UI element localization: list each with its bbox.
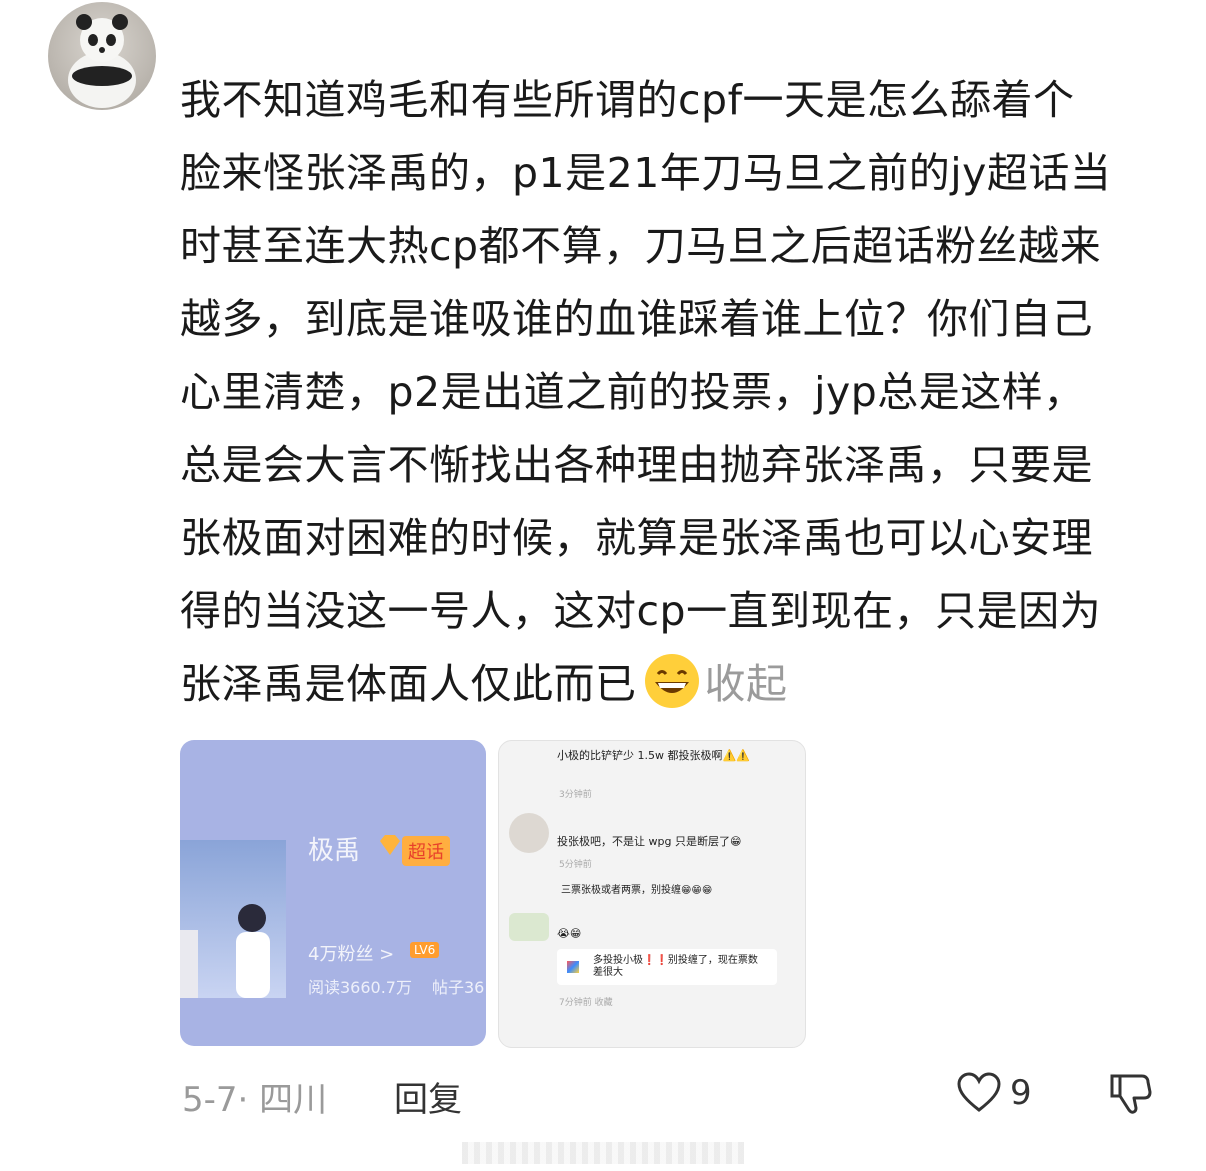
- comment-line: 总是会大言不惭找出各种理由抛弃张泽禹，只要是: [180, 441, 1093, 489]
- comment-last-line: 张泽禹是体面人仅此而已 收起: [180, 648, 1170, 721]
- attached-image-1[interactable]: 极禹 超话 4万粉丝 > LV6 阅读3660.7万 帖子36: [180, 740, 486, 1046]
- quoted-message-card: 多投投小极❗❗别投缠了，现在票数差很大: [557, 949, 777, 985]
- diamond-icon: [378, 834, 402, 856]
- super-topic-badge: 超话: [402, 836, 450, 866]
- level-badge: LV6: [410, 942, 440, 958]
- chat-time: 7分钟前 收藏: [559, 998, 613, 1008]
- watermark-strip: [462, 1142, 744, 1164]
- chat-message: 投张极吧，不是让 wpg 只是断层了😁: [557, 835, 742, 848]
- chat-message: 三票张极或者两票，别投缠😁😁😁: [561, 885, 713, 896]
- fans-count: 4万粉丝 >: [308, 944, 395, 965]
- chat-message: 小极的比铲铲少 1.5w 都投张极啊⚠️⚠️: [557, 749, 750, 762]
- like-count: 9: [1010, 1073, 1032, 1113]
- like-button[interactable]: 9: [956, 1072, 1032, 1114]
- post-count: 帖子36: [432, 978, 485, 997]
- collapse-link[interactable]: 收起: [705, 660, 788, 708]
- comment-line: 越多，到底是谁吸谁的血谁踩着谁上位？你们自己: [180, 295, 1093, 343]
- panda-avatar-icon: [68, 14, 136, 108]
- dislike-button[interactable]: [1108, 1070, 1154, 1120]
- comment-line: 得的当没这一号人，这对cp一直到现在，只是因为: [180, 587, 1102, 635]
- comment-line: 心里清楚，p2是出道之前的投票，jyp总是这样，: [180, 368, 1085, 416]
- comment-date-location: 5-7· 四川: [182, 1080, 328, 1120]
- read-count: 阅读3660.7万: [308, 978, 412, 997]
- heart-icon: [957, 1072, 1001, 1112]
- chat-message: 多投投小极❗❗别投缠了，现在票数差很大: [593, 955, 758, 978]
- cube-icon: [567, 961, 579, 973]
- comment-line: 我不知道鸡毛和有些所谓的cpf一天是怎么舔着个: [180, 76, 1075, 124]
- photo-thumbnail: [180, 840, 286, 998]
- comment-line: 张泽禹是体面人仅此而已: [180, 660, 637, 708]
- chat-time: 3分钟前: [559, 790, 592, 800]
- topic-title: 极禹: [308, 836, 361, 866]
- chat-time: 5分钟前: [559, 860, 592, 870]
- attached-image-2[interactable]: 小极的比铲铲少 1.5w 都投张极啊⚠️⚠️ 3分钟前 投张极吧，不是让 wpg…: [498, 740, 806, 1048]
- comment-body: 我不知道鸡毛和有些所谓的cpf一天是怎么舔着个 脸来怪张泽禹的，p1是21年刀马…: [180, 64, 1170, 721]
- blurred-avatar: [509, 813, 549, 853]
- reply-button[interactable]: 回复: [394, 1072, 462, 1121]
- blurred-avatar: [509, 913, 549, 941]
- comment-line: 时甚至连大热cp都不算，刀马旦之后超话粉丝越来: [180, 222, 1102, 270]
- thumbs-down-icon: [1110, 1074, 1152, 1114]
- comment-line: 张极面对困难的时候，就算是张泽禹也可以心安理: [180, 514, 1093, 562]
- grinning-face-emoji-icon: [643, 652, 701, 710]
- user-avatar[interactable]: [48, 2, 156, 110]
- comment-line: 脸来怪张泽禹的，p1是21年刀马旦之前的jy超话当: [180, 149, 1112, 197]
- chat-message: 😭😁: [557, 927, 582, 940]
